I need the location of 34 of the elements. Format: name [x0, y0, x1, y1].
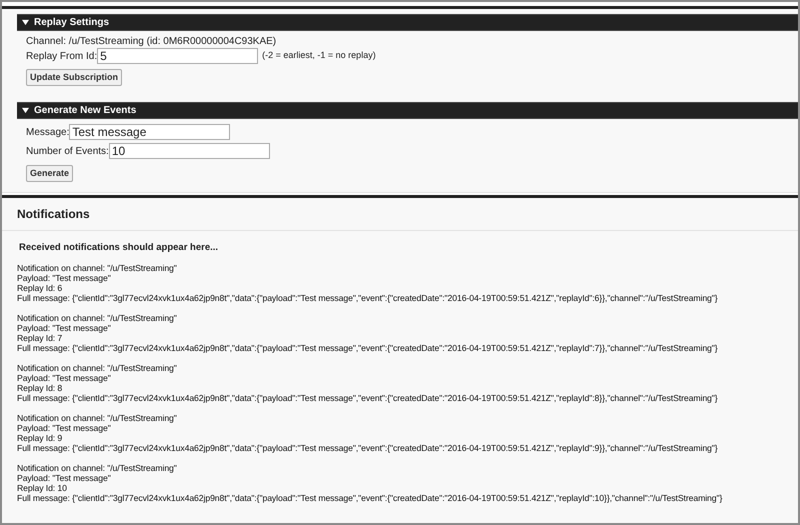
notification-line: Payload: "Test message": [17, 473, 112, 484]
generate-button[interactable]: Generate: [26, 165, 74, 182]
notification-line: Replay Id: 8: [17, 383, 64, 394]
update-subscription-button[interactable]: Update Subscription: [26, 69, 122, 86]
notification-line: Full message: {"clientId":"3gl77ecvl24xvk1ux4a62jp9n8t","data":{"payload":"Test message","event":{"createdDate":"2016-04-19T00:59:51.421Z","replayId":10}},"channel":"/u/TestStreaming"}: [17, 493, 724, 504]
notification-line: Notification on channel: "/u/TestStreaming": [17, 463, 178, 474]
notification-line: Replay Id: 10: [17, 483, 68, 494]
notification-line: Notification on channel: "/u/TestStreaming": [17, 363, 178, 374]
field-hint: (-2 = earliest, -1 = no replay): [262, 49, 376, 62]
notification-line: Notification on channel: "/u/TestStreaming": [17, 263, 178, 274]
notification-line: Payload: "Test message": [17, 323, 112, 334]
notification-line: Full message: {"clientId":"3gl77ecvl24xvk1ux4a62jp9n8t","data":{"payload":"Test message","event":{"createdDate":"2016-04-19T00:59:51.421Z","replayId":9}},"channel":"/u/TestStreaming"}: [17, 443, 719, 454]
event-count-field[interactable]: 10: [108, 143, 270, 159]
message-field[interactable]: Test message: [69, 124, 230, 140]
notification-line: Replay Id: 7: [17, 333, 64, 344]
section-header[interactable]: Generate New Events: [17, 102, 798, 119]
replay-id-field[interactable]: 5: [97, 48, 258, 64]
notification-line: Full message: {"clientId":"3gl77ecvl24xvk1ux4a62jp9n8t","data":{"payload":"Test message","event":{"createdDate":"2016-04-19T00:59:51.421Z","replayId":8}},"channel":"/u/TestStreaming"}: [17, 393, 719, 404]
notification-line: Replay Id: 9: [17, 433, 64, 444]
channel-info: Channel: /u/TestStreaming (id: 0M6R00000004C93KAE): [26, 36, 278, 48]
notification-line: Payload: "Test message": [17, 273, 112, 284]
notification-line: Full message: {"clientId":"3gl77ecvl24xvk1ux4a62jp9n8t","data":{"payload":"Test message","event":{"createdDate":"2016-04-19T00:59:51.421Z","replayId":7}},"channel":"/u/TestStreaming"}: [17, 343, 719, 354]
section-header[interactable]: Replay Settings: [17, 14, 798, 31]
field-label: Number of Events:: [26, 144, 109, 158]
panel-title: Notifications: [2, 198, 798, 231]
notification-line: Notification on channel: "/u/TestStreaming": [17, 413, 178, 424]
notification-line: Payload: "Test message": [17, 373, 112, 384]
field-label: Replay From Id:: [26, 50, 98, 64]
notification-line: Notification on channel: "/u/TestStreaming": [17, 313, 178, 324]
notification-line: Full message: {"clientId":"3gl77ecvl24xvk1ux4a62jp9n8t","data":{"payload":"Test message","event":{"createdDate":"2016-04-19T00:59:51.421Z","replayId":6}},"channel":"/u/TestStreaming"}: [17, 293, 719, 304]
field-label: Message:: [26, 126, 70, 140]
notification-line: Payload: "Test message": [17, 423, 112, 434]
notification-line: Replay Id: 6: [17, 283, 64, 294]
status-message: Received notifications should appear here...: [18, 241, 220, 255]
